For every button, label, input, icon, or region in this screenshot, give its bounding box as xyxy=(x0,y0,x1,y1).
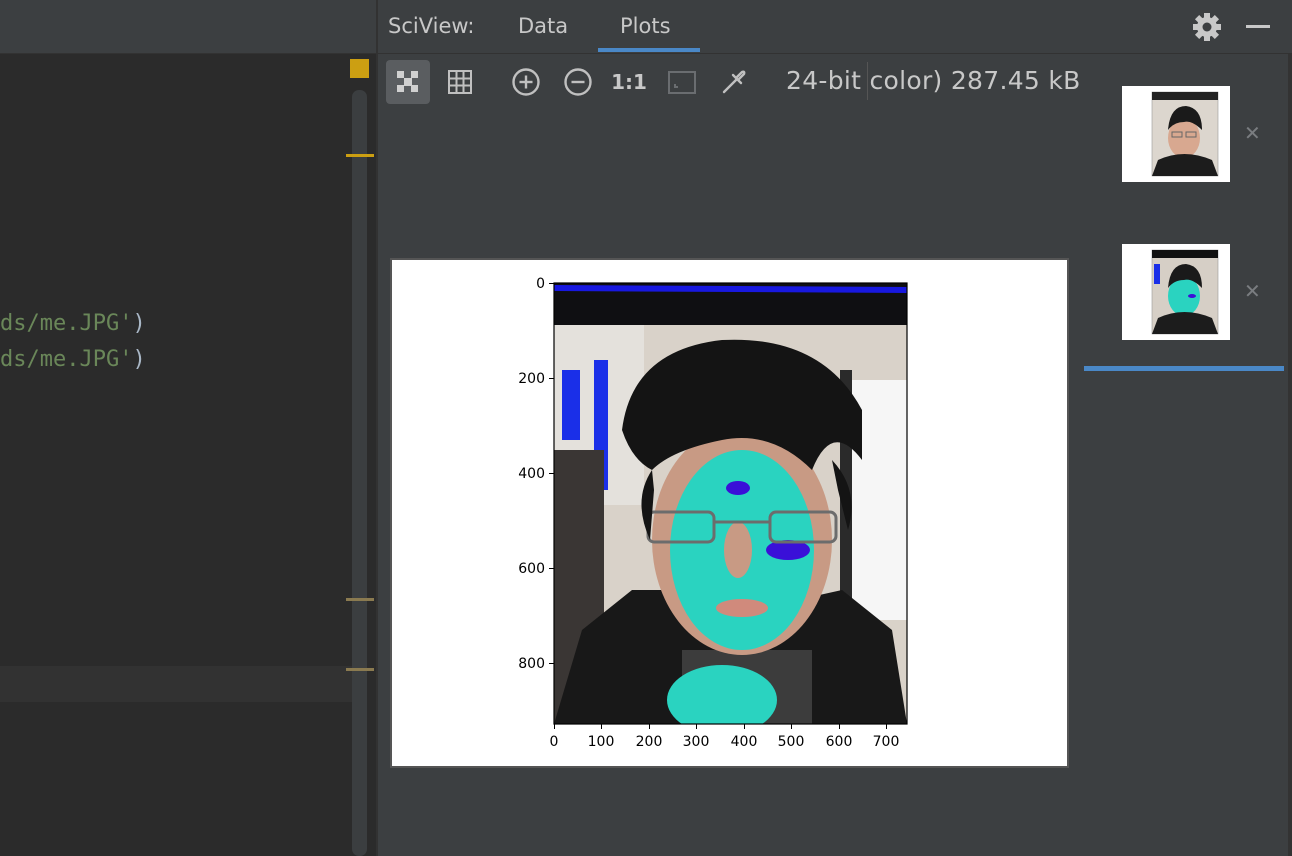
gear-icon[interactable] xyxy=(1190,10,1224,44)
error-stripe-mark[interactable] xyxy=(346,598,374,601)
y-tick-label: 600 xyxy=(518,561,545,577)
zoom-out-icon xyxy=(564,68,592,96)
code-editor[interactable]: ds/me.JPG') ds/me.JPG') xyxy=(0,0,376,856)
paren: ) xyxy=(132,347,146,372)
fit-zoom-icon xyxy=(668,71,696,94)
y-tick-label: 200 xyxy=(518,371,545,387)
code-line[interactable]: ds/me.JPG') xyxy=(0,311,146,336)
zoom-in-button[interactable] xyxy=(504,60,548,104)
actual-size-icon: 1:1 xyxy=(611,70,647,94)
x-tick-label: 100 xyxy=(588,734,615,750)
actual-size-button[interactable]: 1:1 xyxy=(607,60,651,104)
x-tick-label: 400 xyxy=(731,734,758,750)
chessboard-button[interactable] xyxy=(386,60,430,104)
editor-tab-bar xyxy=(0,0,376,54)
plot-image[interactable]: 0 200 400 600 800 0 100 200 300 400 500 … xyxy=(390,258,1069,768)
sciview-title: SciView: xyxy=(388,14,475,38)
plot-figure: 0 200 400 600 800 0 100 200 300 400 500 … xyxy=(518,276,908,750)
close-icon[interactable]: ✕ xyxy=(1244,121,1261,145)
minimize-icon[interactable] xyxy=(1246,25,1270,28)
inspection-warning-icon[interactable] xyxy=(350,59,369,78)
x-tick-label: 600 xyxy=(826,734,853,750)
y-tick-label: 400 xyxy=(518,466,545,482)
grid-button[interactable] xyxy=(438,60,482,104)
thumbnail-image-processed xyxy=(1151,249,1219,335)
error-stripe-mark[interactable] xyxy=(346,668,374,671)
zoom-in-icon xyxy=(512,68,540,96)
sciview-header: SciView: Data Plots xyxy=(378,0,1292,54)
paren: ) xyxy=(132,311,146,336)
x-tick-label: 500 xyxy=(778,734,805,750)
tab-plots[interactable]: Plots xyxy=(620,14,671,38)
x-tick-label: 300 xyxy=(683,734,710,750)
code-line[interactable]: ds/me.JPG') xyxy=(0,347,146,372)
plot-thumbnail-selected[interactable] xyxy=(1122,244,1230,340)
zoom-out-button[interactable] xyxy=(556,60,600,104)
panel-edge xyxy=(1288,54,1292,856)
string-literal: ds/me.JPG' xyxy=(0,347,133,372)
image-info-label: 24-bit color) 287.45 kB xyxy=(786,66,1081,95)
y-tick-label: 0 xyxy=(536,276,545,292)
x-tick-label: 700 xyxy=(873,734,900,750)
string-literal: ds/me.JPG' xyxy=(0,311,133,336)
eyedropper-icon xyxy=(722,70,746,94)
x-tick-label: 200 xyxy=(636,734,663,750)
y-tick-label: 800 xyxy=(518,656,545,672)
active-tab-indicator xyxy=(598,48,700,52)
color-picker-button[interactable] xyxy=(712,60,756,104)
error-stripe-mark[interactable] xyxy=(346,154,374,157)
plot-thumbnail[interactable] xyxy=(1122,86,1230,182)
grid-icon xyxy=(448,70,472,94)
close-icon[interactable]: ✕ xyxy=(1244,279,1261,303)
current-line-highlight xyxy=(0,666,352,702)
sciview-panel: SciView: Data Plots 1:1 24-bit color) 28… xyxy=(376,0,1292,856)
fit-zoom-button[interactable] xyxy=(660,60,704,104)
checkerboard-icon xyxy=(397,71,418,92)
editor-scrollbar[interactable] xyxy=(352,90,367,856)
selected-thumbnail-indicator xyxy=(1084,366,1284,371)
x-tick-label: 0 xyxy=(550,734,559,750)
tab-data[interactable]: Data xyxy=(518,14,568,38)
thumbnail-image-original xyxy=(1151,91,1219,177)
